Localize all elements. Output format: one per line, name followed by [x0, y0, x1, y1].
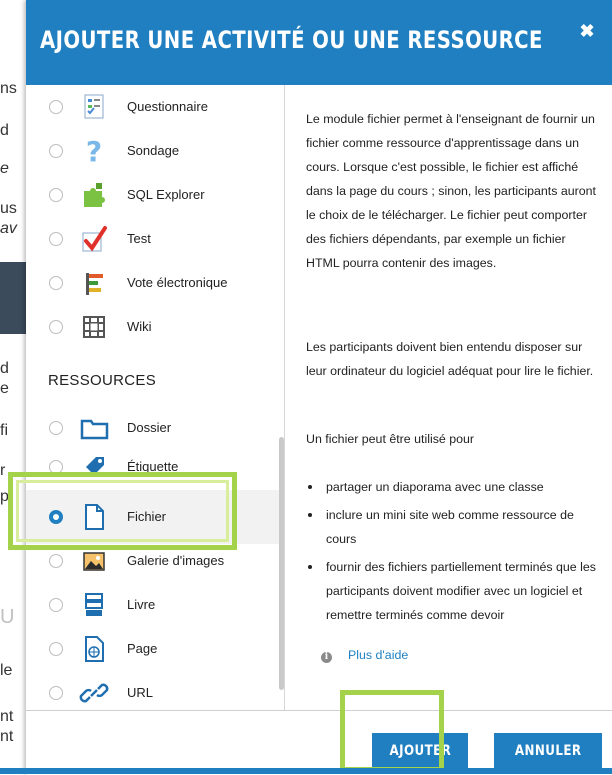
page-icon	[78, 633, 110, 665]
puzzle-icon	[78, 179, 110, 211]
background-text-fragment: us	[0, 200, 17, 217]
background-text-fragment: e	[0, 380, 9, 397]
option-wiki[interactable]: Wiki	[26, 305, 284, 349]
question-mark-icon: ?	[78, 135, 110, 168]
list-item: partager un diaporama avec une classe	[306, 475, 606, 499]
dialog-footer: AJOUTER ANNULER	[26, 710, 612, 775]
option-sql-explorer[interactable]: SQL Explorer	[26, 173, 284, 217]
close-icon[interactable]: ✖	[578, 22, 596, 40]
svg-text:?: ?	[86, 135, 102, 167]
option-label: Galerie d'images	[127, 553, 225, 568]
list-item: fournir des fichiers partiellement termi…	[306, 555, 606, 627]
background-text-fragment: e	[0, 160, 9, 177]
radio-button[interactable]	[49, 598, 63, 612]
option-page[interactable]: Page	[26, 627, 284, 671]
option-label: Questionnaire	[127, 99, 208, 114]
background-text-fragment: r	[0, 462, 6, 479]
tag-icon	[78, 451, 110, 483]
list-item: inclure un mini site web comme ressource…	[306, 503, 606, 551]
description-pane: Le module fichier permet à l'enseignant …	[285, 85, 612, 710]
checkmark-icon	[78, 223, 110, 255]
option-dossier[interactable]: Dossier	[26, 406, 284, 450]
option-label: Étiquette	[127, 459, 179, 474]
description-paragraph: Le module fichier permet à l'enseignant …	[306, 112, 596, 270]
help-link[interactable]: Plus d'aide	[348, 648, 408, 662]
cancel-button-label: ANNULER	[514, 743, 582, 759]
option-questionnaire[interactable]: Questionnaire	[26, 85, 284, 129]
add-button-label: AJOUTER	[389, 743, 451, 759]
questionnaire-icon	[78, 91, 110, 123]
option-label: Page	[127, 641, 158, 656]
radio-button-selected[interactable]	[49, 510, 63, 524]
bottom-accent-bar	[0, 768, 612, 774]
option-test[interactable]: Test	[26, 217, 284, 261]
radio-button[interactable]	[49, 320, 63, 334]
option-sondage[interactable]: ? Sondage	[26, 129, 284, 173]
book-icon	[78, 589, 110, 621]
radio-button[interactable]	[49, 460, 63, 474]
background-text-fragment: fi	[0, 422, 8, 439]
radio-button[interactable]	[49, 144, 63, 158]
background-text-fragment: ns	[0, 80, 17, 97]
option-label: Fichier	[127, 509, 167, 524]
background-text-fragment: le	[0, 662, 13, 679]
background-image	[0, 262, 26, 334]
bar-chart-icon	[78, 267, 110, 299]
radio-button[interactable]	[49, 642, 63, 656]
background-text-fragment: U	[0, 606, 15, 626]
options-list: Questionnaire ? Sondage SQL Explorer Tes…	[26, 85, 285, 710]
option-label: Livre	[127, 597, 156, 612]
option-label: SQL Explorer	[127, 187, 205, 202]
option-url[interactable]: URL	[26, 671, 284, 710]
list-scrollbar[interactable]	[279, 437, 284, 690]
info-icon: i	[321, 652, 332, 663]
dialog-header: AJOUTER UNE ACTIVITÉ OU UNE RESSOURCE ✖	[26, 0, 612, 85]
option-label: Test	[127, 231, 151, 246]
radio-button[interactable]	[49, 686, 63, 700]
section-title-resources: RESSOURCES	[48, 372, 157, 389]
add-activity-dialog: AJOUTER UNE ACTIVITÉ OU UNE RESSOURCE ✖ …	[26, 0, 612, 775]
add-button[interactable]: AJOUTER	[372, 733, 468, 769]
background-text-fragment: nt	[0, 728, 14, 745]
radio-button[interactable]	[49, 276, 63, 290]
radio-button[interactable]	[49, 232, 63, 246]
radio-button[interactable]	[49, 421, 63, 435]
dialog-title: AJOUTER UNE ACTIVITÉ OU UNE RESSOURCE	[40, 26, 543, 54]
option-label: URL	[127, 685, 154, 700]
background-text-fragment: d	[0, 122, 9, 139]
radio-button[interactable]	[49, 100, 63, 114]
background-text-fragment: av	[0, 220, 17, 237]
option-label: Wiki	[127, 319, 152, 334]
link-icon	[78, 677, 110, 709]
file-icon	[78, 501, 110, 533]
radio-button[interactable]	[49, 554, 63, 568]
usage-list: partager un diaporama avec une classe in…	[306, 475, 606, 631]
background-text-fragment: d	[0, 360, 9, 377]
cancel-button[interactable]: ANNULER	[494, 733, 602, 769]
option-label: Dossier	[127, 420, 172, 435]
image-icon	[78, 545, 110, 577]
background-text-fragment: nt	[0, 708, 14, 725]
wiki-icon	[78, 311, 110, 343]
folder-icon	[78, 412, 110, 444]
option-vote[interactable]: Vote électronique	[26, 261, 284, 305]
option-livre[interactable]: Livre	[26, 583, 284, 627]
help-link-row: i Plus d'aide	[321, 648, 408, 663]
option-fichier[interactable]: Fichier	[26, 495, 284, 539]
option-etiquette[interactable]: Étiquette	[26, 445, 284, 489]
option-label: Sondage	[127, 143, 180, 158]
description-paragraph: Les participants doivent bien entendu di…	[306, 340, 594, 378]
radio-button[interactable]	[49, 188, 63, 202]
background-text-fragment: p	[0, 488, 9, 505]
option-label: Vote électronique	[127, 275, 228, 290]
option-galerie[interactable]: Galerie d'images	[26, 539, 284, 583]
description-paragraph: Un fichier peut être utilisé pour	[306, 432, 475, 446]
